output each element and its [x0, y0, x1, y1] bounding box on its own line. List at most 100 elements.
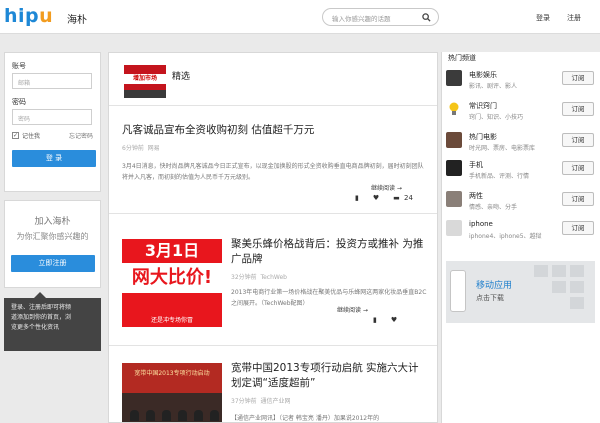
image-banner-text: 宽带中国2013专项行动启动: [122, 363, 222, 393]
comment-icon[interactable]: ▬: [393, 194, 400, 202]
article-title[interactable]: 凡客诚品宣布全资收购初刻 估值超千万元: [122, 123, 427, 138]
article-toolbar: ▮ ♥ ▬ 24: [341, 194, 413, 202]
search-placeholder: 输入你感兴趣的话题: [332, 15, 391, 23]
article-card: 宽带中国2013专项行动启航 实施六大计划定调“适度超前” 37分钟前 通信产业…: [231, 361, 429, 422]
search-box[interactable]: 输入你感兴趣的话题: [322, 8, 439, 26]
heart-icon[interactable]: ♥: [373, 194, 379, 202]
channel-item[interactable]: 电影娱乐 影讯、剧评、影人 订阅: [442, 66, 600, 100]
channel-name: 两性: [469, 192, 483, 200]
phone-graphic-icon: [450, 270, 466, 312]
app-tile: [552, 265, 566, 277]
featured-label: 精选: [172, 72, 191, 82]
article-time: 6分钟前: [122, 145, 144, 152]
channel-name: 热门电影: [469, 133, 497, 141]
person-shape: [130, 410, 139, 421]
comment-count: 24: [404, 194, 413, 202]
featured-thumb-text: 增加市场: [124, 74, 166, 84]
search-icon[interactable]: [422, 13, 431, 22]
lightbulb-icon: [446, 101, 462, 117]
divider: [109, 213, 437, 214]
channel-item[interactable]: iphone iphone4、iphone5、越狱 订阅: [442, 216, 600, 250]
person-shape: [178, 410, 187, 421]
login-link[interactable]: 登录: [536, 13, 550, 23]
article-time: 37分钟前: [231, 398, 257, 405]
article-image[interactable]: 宽带中国2013专项行动启动: [122, 363, 222, 422]
feed-column: 增加市场 精选 凡客诚品宣布全资收购初刻 估值超千万元 6分钟前 网易 3月4日…: [108, 52, 438, 423]
hot-movie-icon: [446, 132, 462, 148]
article-image[interactable]: 3月1日 网大比价! 还是冲专场你冒: [122, 239, 222, 327]
person-shape: [210, 410, 219, 421]
logo-text-blue: hip: [4, 5, 40, 27]
remember-row: ✓ 记住我 忘记密码: [12, 131, 93, 140]
article-title[interactable]: 聚美乐蜂价格战背后：投资方或推补 为推广品牌: [231, 237, 429, 267]
person-shape: [162, 410, 171, 421]
channel-tags: 影讯、剧评、影人: [469, 83, 518, 90]
article-toolbar: ▮ ♥: [373, 316, 397, 324]
divider: [109, 345, 437, 346]
lightbulb-svg: [449, 102, 459, 115]
subscribe-button[interactable]: 订阅: [562, 133, 594, 147]
channel-name: 手机: [469, 161, 483, 169]
account-input[interactable]: 邮箱: [12, 73, 92, 89]
article-summary: 2013年电商行业第一场价格战在聚美优品与乐蜂网这两家化妆品垂直B2C之间展开。…: [231, 289, 427, 307]
tooltip-line-1: 登录、注册后即可将频: [11, 304, 72, 311]
article-source[interactable]: 网易: [148, 145, 160, 152]
subscribe-button[interactable]: 订阅: [562, 102, 594, 116]
read-more-link[interactable]: 继续阅读 →: [337, 305, 368, 314]
featured-thumbnail[interactable]: 增加市场: [124, 65, 166, 98]
article-card: 凡客诚品宣布全资收购初刻 估值超千万元 6分钟前 网易 3月4日消息，快时尚品牌…: [122, 123, 427, 183]
mobile-app-title: 移动应用: [476, 281, 513, 291]
join-subtitle: 为你汇聚你感兴趣的: [16, 232, 89, 241]
brand-name: 海朴: [67, 15, 87, 26]
subscribe-button[interactable]: 订阅: [562, 161, 594, 175]
read-more-link[interactable]: 继续阅读 →: [371, 183, 402, 192]
article-meta: 37分钟前 通信产业网: [231, 396, 429, 405]
channel-name: 电影娱乐: [469, 71, 497, 79]
login-tooltip: 登录、注册后即可将频 道添加到你的首页，浏 览更多个性化资讯: [4, 292, 101, 351]
article-source[interactable]: TechWeb: [260, 274, 287, 281]
thumb-strip: [124, 90, 166, 98]
phone-icon: [446, 160, 462, 176]
tooltip-line-3: 览更多个性化资讯: [11, 324, 60, 331]
mobile-app-download[interactable]: 点击下载: [476, 293, 504, 303]
subscribe-button[interactable]: 订阅: [562, 71, 594, 85]
logo-text-orange: u: [39, 5, 54, 27]
channel-name: 常识窍门: [469, 102, 497, 110]
channel-item[interactable]: 常识窍门 窍门、知识、小技巧 订阅: [442, 97, 600, 131]
article-meta: 6分钟前 网易: [122, 143, 427, 152]
subscribe-button[interactable]: 订阅: [562, 221, 594, 235]
app-tile: [570, 297, 584, 309]
hipu-logo[interactable]: hipu: [4, 5, 53, 27]
article-title[interactable]: 宽带中国2013专项行动启航 实施六大计划定调“适度超前”: [231, 361, 429, 391]
channel-tags: 情感、亲吻、分手: [469, 204, 518, 211]
movie-entertainment-icon: [446, 70, 462, 86]
app-tile: [570, 265, 584, 277]
article-summary: 【通信产业网讯】（记者 韩宝亮 潘丹）加果说2012年的: [231, 415, 380, 422]
register-link[interactable]: 注册: [567, 13, 581, 23]
channel-tags: 手机新品、评测、行情: [469, 173, 530, 180]
heart-icon[interactable]: ♥: [391, 316, 397, 324]
mobile-app-banner[interactable]: 移动应用 点击下载: [446, 261, 595, 323]
remember-checkbox[interactable]: ✓: [12, 132, 19, 139]
article-source[interactable]: 通信产业网: [260, 398, 290, 405]
channel-tags: iphone4、iphone5、越狱: [469, 233, 542, 240]
subscribe-button[interactable]: 订阅: [562, 192, 594, 206]
relationship-icon: [446, 191, 462, 207]
forgot-password-link[interactable]: 忘记密码: [69, 131, 93, 140]
trash-icon[interactable]: ▮: [373, 316, 377, 324]
channel-tags: 时光网、票房、电影票库: [469, 145, 536, 152]
article-summary: 3月4日消息，快时尚品牌凡客诚品今日正式宣布，以现金加换股的形式全资收购垂直电商…: [122, 163, 424, 181]
account-label: 账号: [12, 62, 26, 70]
trash-icon[interactable]: ▮: [355, 194, 359, 202]
image-text-bottom: 还是冲专场你冒: [122, 293, 222, 327]
register-now-button[interactable]: 立即注册: [10, 255, 95, 272]
channel-item[interactable]: 手机 手机新品、评测、行情 订阅: [442, 156, 600, 190]
login-button[interactable]: 登 录: [12, 150, 96, 167]
remember-label: 记住我: [22, 133, 41, 140]
featured-header[interactable]: 增加市场 精选: [109, 53, 437, 106]
top-header: hipu 海朴 输入你感兴趣的话题 登录 注册: [0, 0, 600, 34]
image-text-top: 3月1日: [122, 239, 222, 263]
password-input[interactable]: 密码: [12, 109, 92, 125]
article-meta: 32分钟前 TechWeb: [231, 272, 429, 281]
app-tile: [552, 281, 566, 293]
